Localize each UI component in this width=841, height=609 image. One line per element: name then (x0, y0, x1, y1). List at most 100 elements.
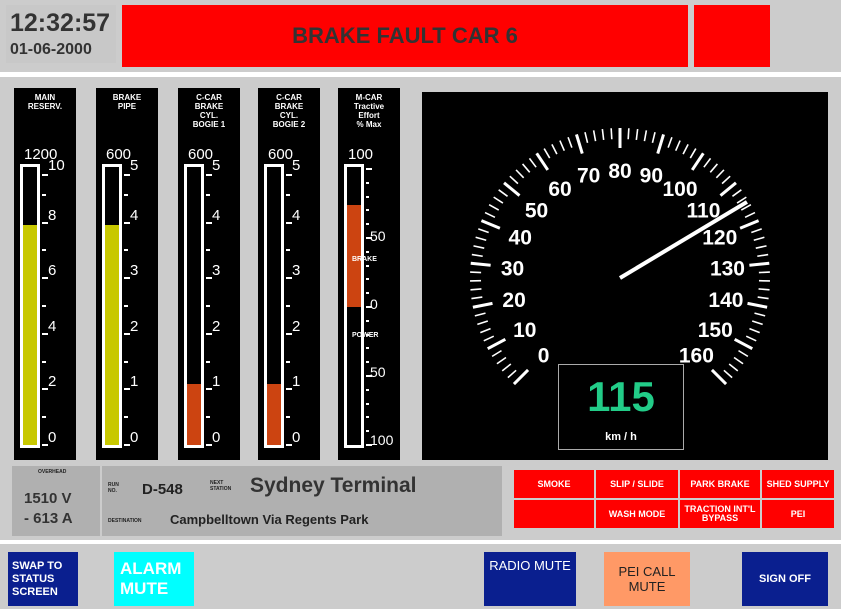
speedometer-scale-label: 100 (662, 178, 697, 201)
next-station-label: NEXT STATION (210, 480, 232, 492)
speedometer-scale-label: 130 (710, 257, 745, 280)
status-indicator-shed-supply[interactable]: SHED SUPPLY (762, 470, 834, 498)
gauge-tick (366, 209, 369, 212)
gauge-tick-label: 2 (48, 373, 57, 391)
speedometer-tick (731, 189, 742, 197)
status-indicator-slip-slide[interactable]: SLIP / SLIDE (596, 470, 678, 498)
status-indicator-smoke[interactable]: SMOKE (514, 470, 594, 498)
gauge-max-label: 100 (348, 146, 374, 163)
speedometer-tick (470, 261, 491, 267)
run-number: D-548 (142, 481, 183, 498)
gauge-tick-label: 3 (212, 262, 221, 280)
speedometer-tick (709, 163, 719, 173)
gauge-tick (206, 193, 210, 196)
gauge-tick (206, 249, 210, 252)
speedometer-tick (477, 320, 489, 326)
speedometer-tick (503, 181, 521, 197)
gauge-tick (206, 174, 212, 176)
speedometer-scale-label: 40 (509, 227, 532, 250)
status-indicator-wash-mode[interactable]: WASH MODE (596, 500, 678, 528)
speedometer-scale-label: 80 (608, 160, 631, 183)
speedometer-tick (651, 131, 656, 144)
gauge-tick-label: 4 (212, 206, 221, 224)
gauge-tick-label: 8 (48, 206, 57, 224)
speedometer-tick (498, 189, 509, 197)
speedometer-tick (749, 261, 770, 267)
gauge-tick (42, 249, 46, 252)
alarm-mute-button[interactable]: ALARM MUTE (114, 552, 194, 606)
speedometer-tick (584, 131, 589, 144)
gauge-tick (42, 416, 46, 419)
status-indicator-traction-int-l-bypass[interactable]: TRACTION INT'L BYPASS (680, 500, 760, 528)
gauge-tick-label: 100 (370, 432, 394, 448)
speedometer-tick (754, 312, 766, 317)
gauge-max-label: 600 (106, 146, 132, 163)
clock-time: 12:32:57 (10, 9, 111, 37)
speedometer-scale-label: 0 (538, 344, 550, 367)
gauge-tick (124, 416, 128, 419)
gauge-main-reservoir: MAIN RESERV. 1200 10 8 6 4 2 0 (14, 88, 76, 460)
gauge-tube (184, 164, 204, 448)
gauge-tube (264, 164, 284, 448)
gauge-tick (286, 305, 290, 307)
status-indicator-blank[interactable] (514, 500, 594, 528)
speed-readout: 115 (587, 373, 655, 420)
gauge-tick (206, 416, 210, 419)
sign-off-button[interactable]: SIGN OFF (742, 552, 828, 606)
speedometer-tick (501, 363, 512, 372)
speedometer-tick (710, 368, 728, 386)
pei-call-mute-button[interactable]: PEI CALL MUTE (604, 552, 690, 606)
speedometer-tick (610, 128, 613, 140)
speedometer-tick (484, 211, 496, 219)
speedometer-tick (635, 128, 639, 141)
speedometer-tick (575, 134, 584, 155)
gauge-tick (366, 223, 369, 226)
gauge-tick-label: 10 (48, 157, 65, 174)
speedometer-tick (478, 228, 489, 234)
speedometer-tick (601, 128, 605, 141)
gauge-tube (20, 164, 40, 448)
gauge-tick (366, 278, 369, 281)
status-indicator-park-brake[interactable]: PARK BRAKE (680, 470, 760, 498)
speedometer-tick (733, 337, 753, 351)
status-indicator-pei[interactable]: PEI (762, 500, 834, 528)
speedometer-tick (643, 130, 648, 142)
speedometer-scale-label: 150 (698, 319, 733, 342)
speedometer-tick (535, 152, 550, 171)
bottom-button-bar: SWAP TO STATUS SCREEN ALARM MUTE RADIO M… (0, 546, 841, 609)
header-divider (0, 72, 841, 77)
speedometer-tick (757, 253, 769, 258)
speedometer-tick (690, 152, 705, 171)
speedometer-tick (656, 134, 665, 155)
radio-mute-button[interactable]: RADIO MUTE (484, 552, 576, 606)
gauge-mode-label: BRAKE (352, 256, 377, 263)
gauge-tick (366, 430, 369, 433)
speedometer-tick (753, 236, 765, 242)
gauge-tick (366, 250, 369, 253)
gauge-tick-label: 0 (48, 429, 57, 446)
gauge-tick (124, 249, 128, 252)
gauge-tick (366, 195, 369, 198)
speedometer-scale-label: 50 (525, 199, 548, 222)
gauge-tick-label: 1 (212, 373, 221, 391)
overhead-voltage: 1510 V (24, 490, 72, 507)
gauge-tick (124, 174, 130, 176)
speedometer-scale-label: 160 (679, 344, 714, 367)
speedometer-tick (739, 219, 760, 230)
speedometer-tick (551, 143, 558, 155)
gauge-tick (124, 193, 128, 196)
gauge-brake-pipe: BRAKE PIPE 600 5 4 3 2 1 0 (96, 88, 158, 460)
speedometer-tick (723, 369, 733, 379)
speedometer-tick (491, 349, 502, 358)
alarm-indicator[interactable] (694, 5, 770, 67)
alarm-message-banner[interactable]: BRAKE FAULT CAR 6 (122, 5, 688, 67)
speedometer-tick (488, 204, 500, 211)
gauge-tick-label: 50 (370, 364, 386, 380)
swap-to-status-screen-button[interactable]: SWAP TO STATUS SCREEN (8, 552, 78, 606)
gauge-tick-label: 0 (370, 296, 378, 312)
speedometer-tick (733, 356, 744, 365)
speedometer-tick (471, 253, 483, 258)
gauge-tick (206, 360, 210, 363)
gauge-tick-label: 50 (370, 228, 386, 244)
gauge-tick-label: 2 (130, 317, 139, 335)
